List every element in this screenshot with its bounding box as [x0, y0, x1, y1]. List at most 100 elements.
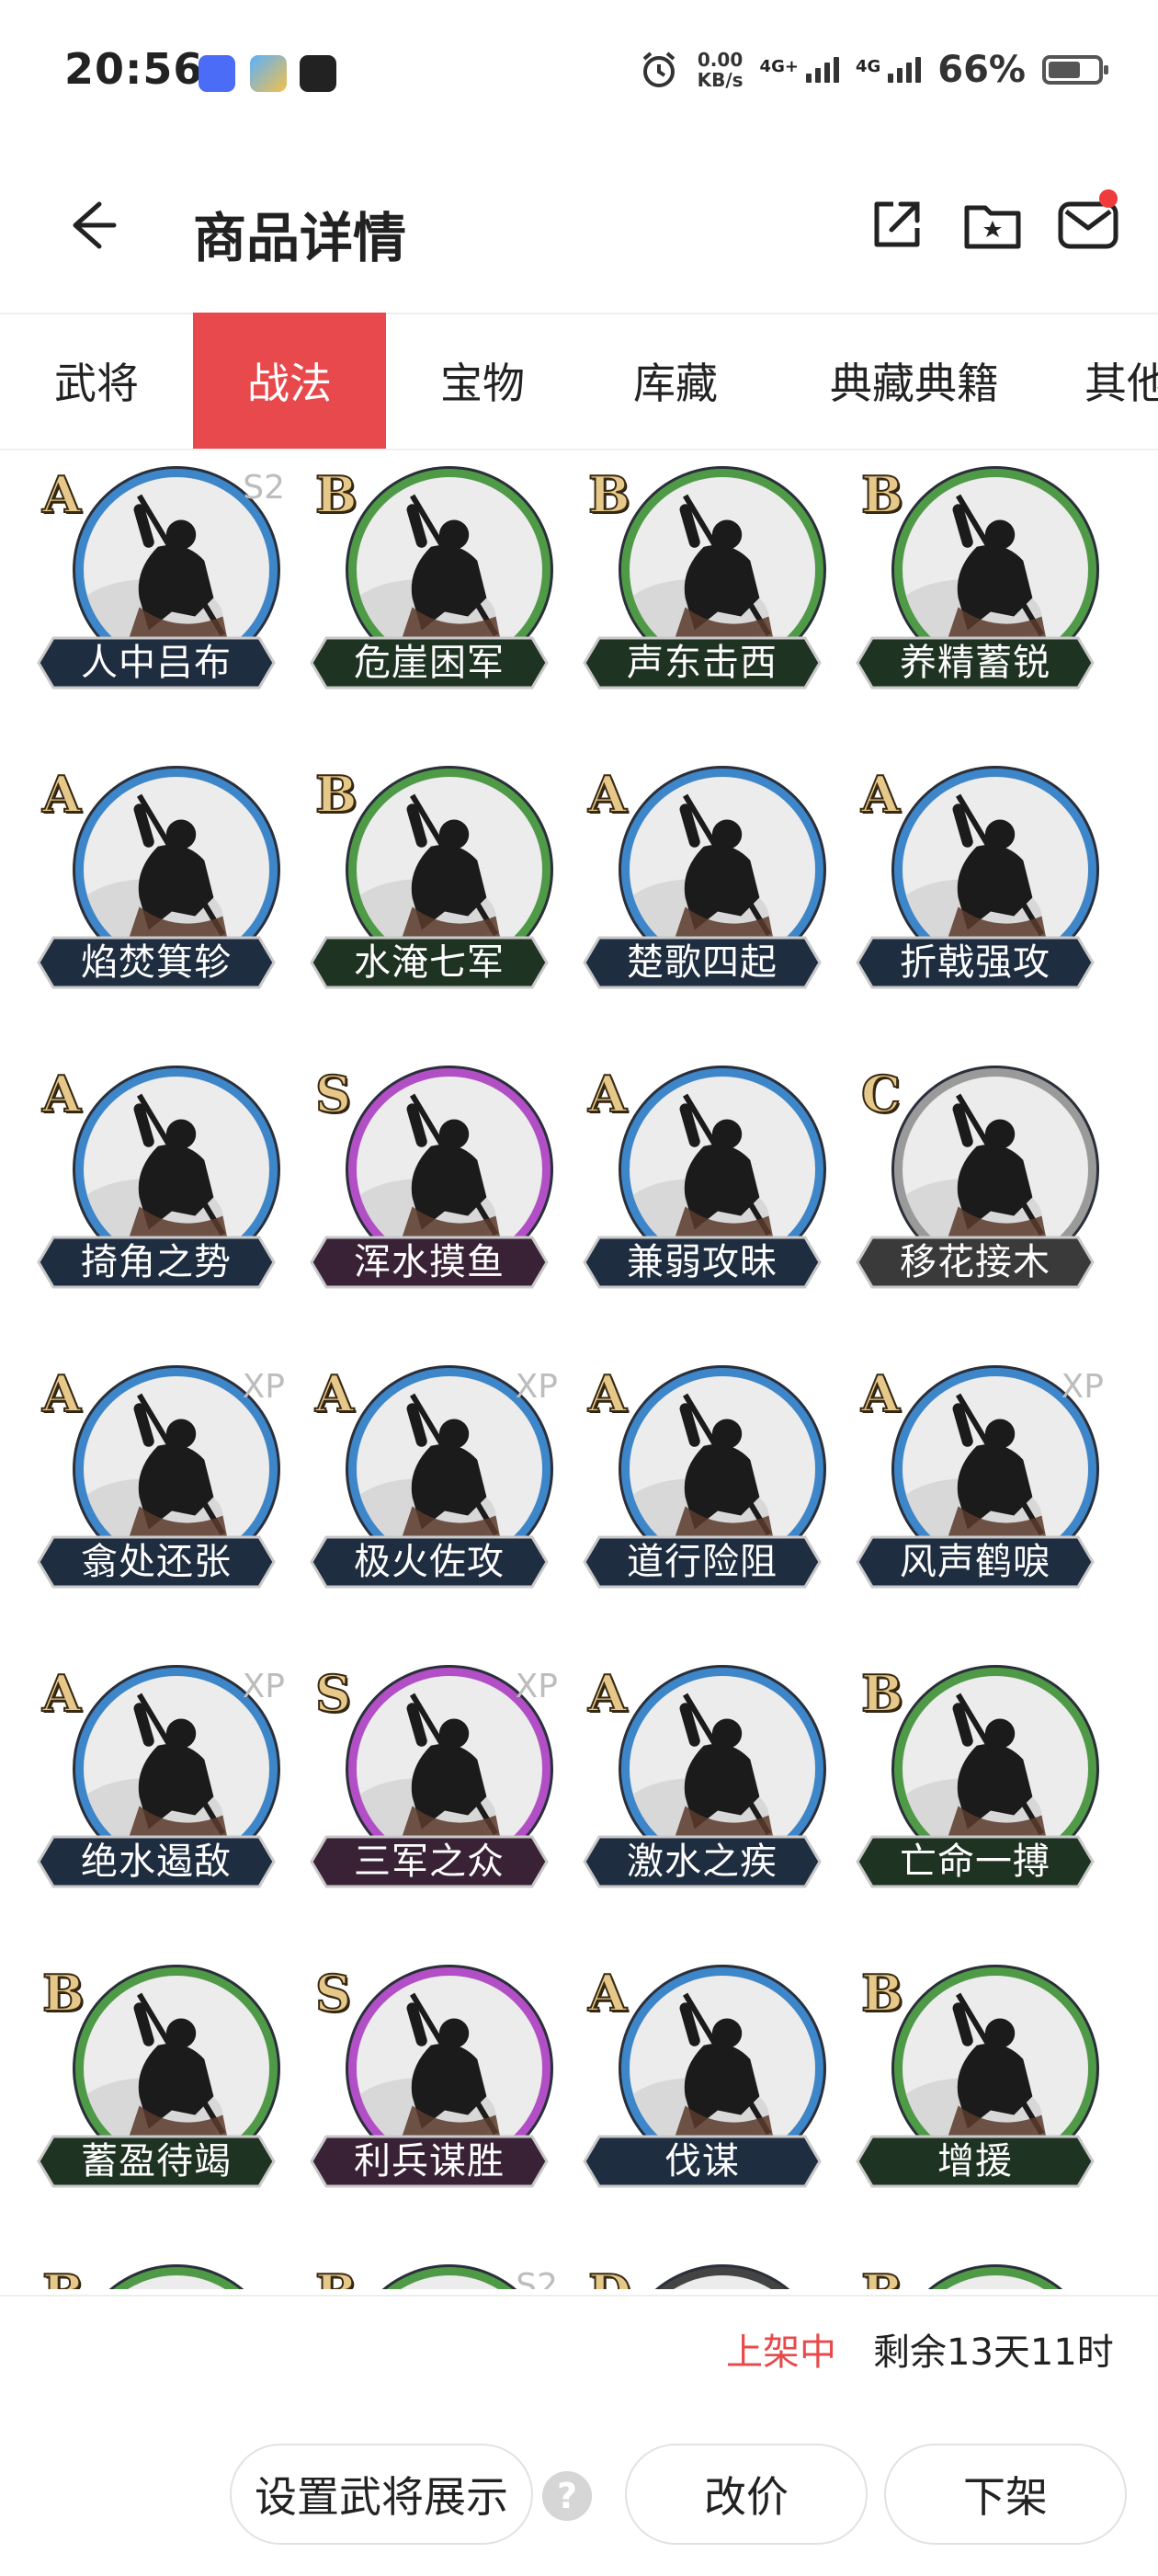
grade-badge: B — [41, 1963, 85, 2023]
season-tag: S2 — [243, 469, 285, 507]
sina-icon — [300, 55, 336, 92]
signal-4g: 4G — [856, 57, 922, 83]
grade-badge: A — [587, 764, 628, 825]
warrior-portrait-icon — [621, 2267, 823, 2289]
tactic-card[interactable]: A 伐谋 — [573, 1949, 831, 2225]
delist-button[interactable]: 下架 — [884, 2444, 1127, 2545]
status-bar: 20:56 0.00 KB/s 4G+ 4G 66% — [0, 0, 1158, 138]
tactic-name: 兼弱攻昧 — [627, 1241, 778, 1283]
grade-badge: B — [587, 464, 631, 525]
tactic-name-banner: 风声鹤唳 — [856, 1533, 1095, 1590]
grade-badge: B — [314, 764, 358, 825]
tactic-card[interactable]: A S2 人中吕布 — [28, 450, 285, 726]
grade-badge: B — [314, 2263, 358, 2289]
tactic-name: 蓄盈待竭 — [81, 2140, 232, 2183]
tactic-name: 危崖困军 — [354, 642, 505, 684]
mail-button[interactable] — [1055, 189, 1121, 257]
tactic-name-banner: 绝水遏敌 — [37, 1833, 276, 1890]
tab-others[interactable]: 其他 — [1084, 313, 1158, 449]
tactic-card[interactable]: S 利兵谋胜 — [301, 1949, 558, 2225]
tactic-card[interactable]: A 激水之疾 — [573, 1649, 831, 1925]
grade-badge: A — [587, 1663, 628, 1724]
tactic-name: 掎角之势 — [81, 1241, 232, 1283]
tactic-card[interactable]: D — [573, 2249, 831, 2289]
share-icon[interactable] — [864, 191, 930, 257]
tactic-card[interactable]: A XP 极火佐攻 — [301, 1350, 558, 1625]
set-general-display-button[interactable]: 设置武将展示 — [230, 2444, 533, 2545]
tactic-card[interactable]: A 道行险阻 — [573, 1350, 831, 1625]
tactic-card[interactable]: A XP 风声鹤唳 — [846, 1350, 1104, 1625]
battery-percent: 66% — [937, 49, 1026, 91]
help-icon[interactable]: ? — [542, 2471, 592, 2521]
grade-badge: B — [860, 1663, 904, 1724]
grade-badge: A — [41, 464, 82, 525]
tactic-card[interactable]: A 掎角之势 — [28, 1050, 285, 1326]
back-arrow-icon[interactable] — [55, 193, 119, 257]
favorite-folder-icon[interactable] — [959, 191, 1026, 257]
tactic-name-banner: 养精蓄锐 — [856, 634, 1095, 691]
tactic-card[interactable]: B 声东击西 — [573, 450, 831, 726]
bottom-action-bar: 上架中 剩余13天11时 设置武将展示 ? 改价 下架 — [0, 2295, 1158, 2576]
tactic-card[interactable]: S 浑水摸鱼 — [301, 1050, 558, 1326]
grade-badge: A — [41, 1064, 82, 1124]
tactic-card[interactable]: A 兼弱攻昧 — [573, 1050, 831, 1326]
tactic-card[interactable]: B S2 — [301, 2249, 558, 2289]
tactic-card[interactable]: C 移花接木 — [846, 1050, 1104, 1326]
tab-collection-books[interactable]: 典藏典籍 — [809, 313, 1020, 449]
tactic-name: 伐谋 — [664, 2140, 740, 2183]
tactic-name: 人中吕布 — [81, 642, 232, 684]
tactic-card[interactable]: B — [846, 2249, 1104, 2289]
tactic-name-banner: 掎角之势 — [37, 1234, 276, 1291]
tactic-card[interactable]: B 养精蓄锐 — [846, 450, 1104, 726]
tab-tactics[interactable]: 战法 — [193, 313, 386, 449]
tactic-card[interactable]: B 增援 — [846, 1949, 1104, 2225]
season-tag: XP — [242, 1668, 285, 1705]
season-tag: XP — [1061, 1368, 1104, 1406]
tactic-card[interactable]: A XP 翕处还张 — [28, 1350, 285, 1625]
tab-storage[interactable]: 库藏 — [597, 313, 754, 449]
tactic-name: 浑水摸鱼 — [354, 1241, 505, 1283]
category-tabs: 武将 战法 宝物 库藏 典藏典籍 其他 — [0, 313, 1158, 450]
tactic-card[interactable]: A XP 绝水遏敌 — [28, 1649, 285, 1925]
tactics-grid: A S2 人中吕布 B 危崖困军 B 声东击西 B 养精蓄锐 A 焰焚箕轸 B 水淹七军 A 楚歌四起 A 折戟… — [0, 450, 1158, 2289]
tactic-name: 翕处还张 — [81, 1541, 232, 1583]
tactic-name: 水淹七军 — [354, 941, 505, 984]
tactic-name-banner: 亡命一搏 — [856, 1833, 1095, 1890]
tactic-card[interactable]: B 亡命一搏 — [846, 1649, 1104, 1925]
tactic-name-banner: 翕处还张 — [37, 1533, 276, 1590]
tactic-card[interactable]: B 蓄盈待竭 — [28, 1949, 285, 2225]
season-tag: XP — [242, 1368, 285, 1406]
tactic-card[interactable]: A 焰焚箕轸 — [28, 750, 285, 1026]
tactic-name-banner: 楚歌四起 — [583, 934, 822, 991]
tab-generals[interactable]: 武将 — [18, 313, 175, 449]
signal-4g-plus: 4G+ — [760, 57, 839, 83]
grade-badge: A — [587, 1064, 628, 1124]
tactic-card[interactable]: B — [28, 2249, 285, 2289]
tactic-name-banner: 利兵谋胜 — [310, 2133, 549, 2190]
grade-badge: A — [587, 1363, 628, 1424]
tactic-name-banner: 焰焚箕轸 — [37, 934, 276, 991]
season-tag: XP — [515, 1368, 558, 1406]
tactic-card[interactable]: B 水淹七军 — [301, 750, 558, 1026]
tactic-name: 利兵谋胜 — [354, 2140, 505, 2183]
tactic-name-banner: 激水之疾 — [583, 1833, 822, 1890]
tactic-name-banner: 声东击西 — [583, 634, 822, 691]
season-tag: XP — [515, 1668, 558, 1705]
change-price-button[interactable]: 改价 — [625, 2444, 868, 2545]
tactic-name: 风声鹤唳 — [900, 1541, 1050, 1583]
tactic-card[interactable]: A 楚歌四起 — [573, 750, 831, 1026]
tactic-card[interactable]: A 折戟强攻 — [846, 750, 1104, 1026]
grade-badge: S — [314, 1064, 352, 1124]
tactic-name: 焰焚箕轸 — [81, 941, 232, 984]
grade-badge: B — [860, 1963, 904, 2023]
tactic-name-banner: 伐谋 — [583, 2133, 822, 2190]
grade-badge: A — [587, 1963, 628, 2023]
tab-treasures[interactable]: 宝物 — [404, 313, 561, 449]
tactic-card[interactable]: B 危崖困军 — [301, 450, 558, 726]
tactic-name: 激水之疾 — [627, 1841, 778, 1883]
warrior-portrait-icon — [75, 2267, 278, 2289]
warrior-portrait-icon — [894, 2267, 1096, 2289]
tactic-name-banner: 兼弱攻昧 — [583, 1234, 822, 1291]
tactic-card[interactable]: S XP 三军之众 — [301, 1649, 558, 1925]
tactic-name: 三军之众 — [354, 1841, 505, 1883]
